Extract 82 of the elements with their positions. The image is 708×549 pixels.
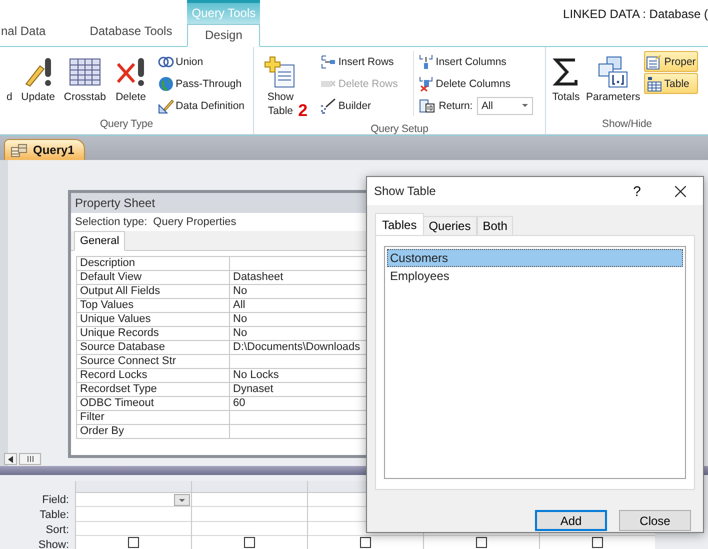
dialog-tab[interactable]: Queries <box>422 216 477 235</box>
ribbon-button[interactable]: Pass-Through <box>156 73 247 94</box>
scroll-thumb[interactable] <box>19 453 41 465</box>
field-dropdown[interactable] <box>174 494 190 506</box>
property-name: Recordset Type <box>76 382 230 396</box>
ribbon-button[interactable]: Table <box>644 73 698 94</box>
property-name: Order By <box>76 424 230 438</box>
property-name: Top Values <box>76 298 230 312</box>
return-dropdown[interactable]: All <box>476 96 533 114</box>
ribbon-tab[interactable]: Database Tools <box>74 23 188 46</box>
ribbon-tab[interactable]: nal Data <box>0 23 75 46</box>
ribbon-button[interactable]: Insert Columns <box>416 51 536 72</box>
table-icon <box>646 76 662 92</box>
window-title: LINKED DATA : Database ( <box>563 6 708 21</box>
dialog-tab[interactable]: Tables <box>375 213 424 235</box>
document-tab[interactable]: Query1 <box>4 139 86 160</box>
sheet-icon <box>646 54 662 70</box>
show-checkbox[interactable] <box>360 536 371 548</box>
delete-columns-icon <box>418 76 434 92</box>
panel-tab[interactable]: General <box>74 231 126 251</box>
grid-icon <box>68 56 101 88</box>
ribbon-button[interactable]: Delete Columns <box>416 73 536 94</box>
property-name: Filter <box>76 410 230 424</box>
property-name: Unique Records <box>76 326 230 340</box>
step-number: 2 <box>298 101 308 121</box>
selection-type-value: Query Properties <box>153 216 236 228</box>
ribbon-button[interactable]: Builder <box>318 95 400 116</box>
help-button[interactable]: ? <box>617 182 657 200</box>
show-checkbox[interactable] <box>128 536 139 548</box>
property-name: Default View <box>76 270 230 284</box>
dialog-button[interactable]: Add <box>535 510 607 531</box>
ribbon-button[interactable]: Crosstab <box>62 51 108 107</box>
property-name: Source Connect Str <box>76 354 230 368</box>
group-label: Query Type <box>98 117 154 132</box>
close-icon <box>674 186 686 196</box>
group-label: Query Setup <box>370 122 430 137</box>
insert-columns-icon <box>418 54 434 70</box>
return-label: Return: <box>438 100 473 112</box>
property-name: ODBC Timeout <box>76 396 230 410</box>
list-icon <box>418 98 435 114</box>
ribbon-button[interactable]: Delete <box>112 51 149 107</box>
wand-icon <box>320 98 336 114</box>
table-list-item[interactable]: Customers <box>387 249 683 267</box>
row-label: Sort: <box>44 523 70 538</box>
left-arrow-icon <box>8 456 13 462</box>
group-label: Show/Hide <box>601 117 653 132</box>
ribbon-button[interactable]: Show Table <box>261 51 300 121</box>
x-exclamation-icon <box>114 56 147 88</box>
ribbon-button[interactable]: Data Definition <box>156 95 247 116</box>
ribbon-tab[interactable]: Design <box>187 24 260 47</box>
property-name: Record Locks <box>76 368 230 382</box>
ribbon-button[interactable]: Insert Rows <box>318 51 400 72</box>
table-list-item[interactable]: Employees <box>387 267 683 285</box>
property-name: Description <box>76 256 230 270</box>
property-name: Unique Values <box>76 312 230 326</box>
ribbon-button[interactable]: Totals <box>548 51 584 107</box>
row-label: Table: <box>38 508 70 523</box>
ribbon-button[interactable]: Parameters <box>584 51 642 107</box>
grip-icon <box>26 456 34 462</box>
windows-icon <box>597 56 630 88</box>
contextual-tab-header: Query Tools <box>187 0 260 24</box>
property-name: Output All Fields <box>76 284 230 298</box>
ruler-pencil-icon <box>158 98 174 114</box>
show-checkbox[interactable] <box>476 536 487 548</box>
ribbon-button[interactable]: Proper <box>644 51 698 72</box>
table-plus-icon <box>264 56 296 88</box>
dialog-tab[interactable]: Both <box>476 216 514 235</box>
globe-icon <box>158 76 174 92</box>
row-label: Show: <box>37 538 70 549</box>
row-label: Field: <box>41 493 70 508</box>
ribbon-button[interactable]: d <box>4 51 14 107</box>
selection-type-label: Selection type: <box>75 216 148 228</box>
insert-rows-icon <box>320 54 336 70</box>
show-checkbox[interactable] <box>244 536 255 548</box>
scroll-left-button[interactable] <box>4 453 17 465</box>
show-checkbox[interactable] <box>592 536 603 548</box>
ribbon-button[interactable]: Union <box>156 51 247 72</box>
query-icon <box>11 144 27 156</box>
dialog-button[interactable]: Close <box>619 510 691 531</box>
grid-cell[interactable] <box>76 493 191 508</box>
property-name: Source Database <box>76 340 230 354</box>
ribbon-button[interactable]: Update <box>19 51 58 107</box>
